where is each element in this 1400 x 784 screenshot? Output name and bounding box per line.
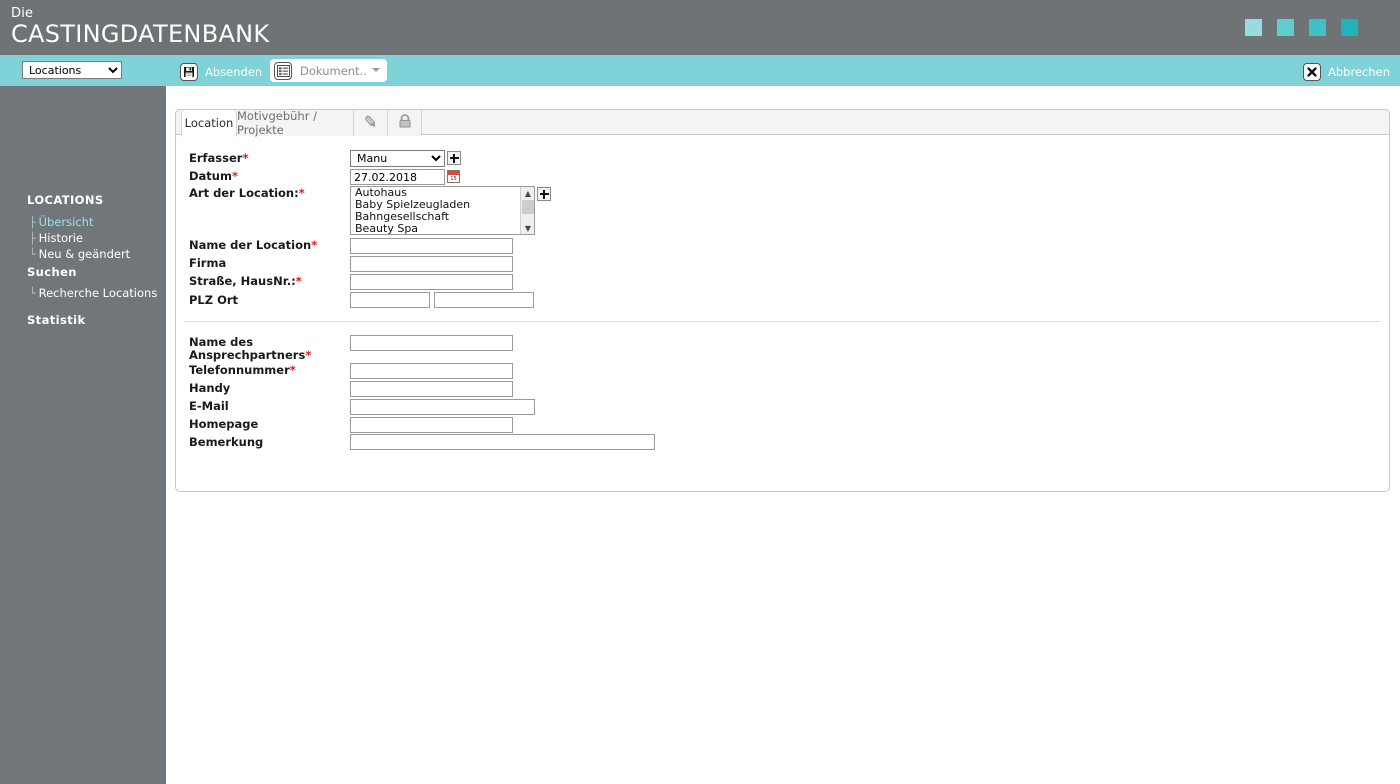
tab-label: Location <box>184 116 234 130</box>
required-marker: * <box>242 151 249 165</box>
ort-input[interactable] <box>434 292 534 308</box>
label-art-der-location: Art der Location:* <box>189 187 305 200</box>
sidebar-item-label: Recherche Locations <box>38 286 158 300</box>
label-ansprechpartner: Name des Ansprechpartners* <box>189 336 311 362</box>
tree-branch-end-icon: └ <box>29 287 36 300</box>
close-x-icon <box>1303 63 1321 81</box>
label-plz-ort: PLZ Ort <box>189 293 239 307</box>
email-input[interactable] <box>350 399 535 415</box>
app-brand: Die CASTINGDATENBANK <box>11 7 269 46</box>
label-name-der-location-text: Name der Location <box>189 238 312 252</box>
label-handy: Handy <box>189 381 231 395</box>
sidebar-heading-suchen: Suchen <box>27 265 77 279</box>
required-marker: * <box>295 274 302 288</box>
chevron-up-icon[interactable]: ▲ <box>521 187 534 199</box>
color-swatch-3 <box>1309 19 1326 36</box>
label-strasse: Straße, HausNr.:* <box>189 275 302 288</box>
label-art-der-location-text: Art der Location: <box>189 186 299 200</box>
label-firma: Firma <box>189 256 227 270</box>
document-dropdown-label: Dokument.. <box>300 63 367 78</box>
submit-button-label: Absenden <box>205 65 263 79</box>
required-marker: * <box>298 186 305 200</box>
required-marker: * <box>231 169 238 183</box>
label-erfasser-text: Erfasser <box>189 151 243 165</box>
cancel-button[interactable]: Abbrechen <box>1303 61 1390 83</box>
calendar-icon-day: 15 <box>448 175 459 182</box>
tab-edit[interactable] <box>354 110 388 136</box>
strasse-input[interactable] <box>350 274 513 290</box>
sidebar-item-recherche-locations[interactable]: └ Recherche Locations <box>29 282 157 301</box>
color-swatch-group <box>1245 19 1358 36</box>
save-disk-icon <box>180 63 198 81</box>
pencil-icon <box>362 113 379 133</box>
required-marker: * <box>305 348 312 362</box>
label-erfasser: Erfasser* <box>189 152 248 165</box>
lock-icon <box>397 113 413 133</box>
document-dropdown-button[interactable]: Dokument.. <box>270 59 387 82</box>
tree-branch-end-icon: └ <box>29 248 36 261</box>
label-telefonnummer: Telefonnummer* <box>189 364 296 377</box>
required-marker: * <box>289 363 296 377</box>
art-der-location-add-button[interactable] <box>537 187 551 201</box>
ansprechpartner-input[interactable] <box>350 335 513 351</box>
color-swatch-2 <box>1277 19 1294 36</box>
sidebar-item-neu-geaendert[interactable]: └ Neu & geändert <box>29 243 130 262</box>
cancel-button-label: Abbrechen <box>1328 65 1390 79</box>
label-strasse-text: Straße, HausNr.: <box>189 274 296 288</box>
handy-input[interactable] <box>350 381 513 397</box>
telefonnummer-input[interactable] <box>350 363 513 379</box>
tab-lock[interactable] <box>388 110 422 136</box>
label-email: E-Mail <box>189 399 229 413</box>
tab-location[interactable]: Location <box>181 110 237 137</box>
label-name-der-location: Name der Location* <box>189 239 317 252</box>
sidebar-heading-statistik: Statistik <box>27 313 86 327</box>
listbox-scrollbar[interactable]: ▲ ▼ <box>520 187 534 234</box>
homepage-input[interactable] <box>350 417 513 433</box>
art-der-location-listbox[interactable]: Autohaus Baby Spielzeugladen Bahngesells… <box>350 186 535 235</box>
tab-strip: Location Motivgebühr / Projekte <box>175 109 1390 137</box>
chevron-down-icon <box>372 68 380 72</box>
bemerkung-input[interactable] <box>350 434 655 450</box>
label-datum-text: Datum <box>189 169 232 183</box>
tab-label: Motivgebühr / Projekte <box>237 109 317 137</box>
module-select[interactable]: Locations <box>22 61 122 79</box>
label-homepage: Homepage <box>189 417 259 431</box>
color-swatch-1 <box>1245 19 1262 36</box>
brand-title: CASTINGDATENBANK <box>11 20 270 48</box>
sidebar-item-label: Neu & geändert <box>38 247 131 261</box>
name-der-location-input[interactable] <box>350 238 513 254</box>
list-item[interactable]: Beauty Spa <box>351 223 534 235</box>
document-list-icon <box>274 61 292 80</box>
required-marker: * <box>311 238 318 252</box>
label-telefonnummer-text: Telefonnummer <box>189 363 290 377</box>
label-bemerkung: Bemerkung <box>189 435 264 449</box>
calendar-icon[interactable]: 15 <box>447 170 460 183</box>
tab-motivgebuehr-projekte[interactable]: Motivgebühr / Projekte <box>237 109 354 137</box>
sidebar-heading-locations: LOCATIONS <box>27 193 104 207</box>
color-swatch-4 <box>1341 19 1358 36</box>
label-ansprechpartner-line1: Name des <box>189 335 254 349</box>
brand-prefix: Die <box>11 6 34 21</box>
erfasser-add-button[interactable] <box>447 151 461 165</box>
datum-input[interactable] <box>350 169 445 185</box>
erfasser-select[interactable]: Manu <box>350 150 445 167</box>
chevron-down-icon[interactable]: ▼ <box>521 222 534 234</box>
firma-input[interactable] <box>350 256 513 272</box>
app-header: Die CASTINGDATENBANK <box>0 0 1400 55</box>
label-ansprechpartner-line2: Ansprechpartners <box>189 348 306 362</box>
form-section-divider <box>184 321 1381 322</box>
sidebar: LOCATIONS ├ Übersicht ├ Historie └ Neu & ge… <box>0 86 166 784</box>
scrollbar-thumb[interactable] <box>522 200 534 214</box>
label-datum: Datum* <box>189 170 238 183</box>
submit-button[interactable]: Absenden <box>180 61 262 83</box>
plz-input[interactable] <box>350 292 430 308</box>
